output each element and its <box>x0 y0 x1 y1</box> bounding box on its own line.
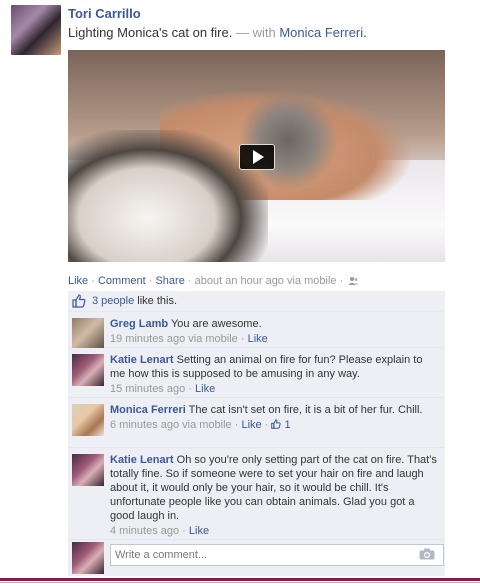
status-text: Lighting Monica's cat on fire. — with Mo… <box>68 25 367 40</box>
tagged-friend-link[interactable]: Monica Ferreri <box>279 25 363 40</box>
separator: · <box>339 275 344 287</box>
friends-audience-icon[interactable] <box>348 276 359 286</box>
comment-like-link[interactable]: Like <box>248 333 268 345</box>
comment-like-link[interactable]: Like <box>241 419 261 431</box>
comment-meta: 19 minutes ago via mobile · Like <box>110 332 439 346</box>
status-period: . <box>363 25 367 40</box>
commenter-avatar[interactable] <box>72 318 104 350</box>
commenter-avatar[interactable] <box>72 454 104 486</box>
thumbs-up-icon <box>72 294 86 308</box>
comment-time[interactable]: 6 minutes ago via mobile <box>110 419 232 431</box>
thumbs-up-icon <box>271 419 282 429</box>
separator: · <box>182 525 186 537</box>
comment-meta: 4 minutes ago · Like <box>110 524 439 538</box>
comment-composer: Write a comment... <box>68 540 445 576</box>
comment-link[interactable]: Comment <box>98 275 146 287</box>
separator: · <box>187 275 192 287</box>
likers-link[interactable]: 3 people <box>92 295 134 307</box>
comment: Monica Ferreri The cat isn't set on fire… <box>68 398 445 448</box>
comment-meta: 6 minutes ago via mobile · Like · 1 <box>110 418 439 432</box>
likes-summary: 3 people like this. <box>68 291 445 312</box>
comment-like-link[interactable]: Like <box>195 383 215 395</box>
post-action-line: Like · Comment · Share · about an hour a… <box>68 275 359 287</box>
comment-time[interactable]: 15 minutes ago <box>110 383 185 395</box>
comment-text: You are awesome. <box>170 318 262 330</box>
commenter-avatar[interactable] <box>72 354 104 386</box>
comment-time[interactable]: 4 minutes ago <box>110 525 179 537</box>
comment: Greg Lamb You are awesome. 19 minutes ag… <box>68 312 445 350</box>
separator: · <box>91 275 95 287</box>
comment-time[interactable]: 19 minutes ago via mobile <box>110 333 238 345</box>
separator: · <box>234 419 239 431</box>
camera-icon[interactable] <box>419 548 435 560</box>
separator: · <box>240 333 245 345</box>
with-label: — with <box>235 25 276 40</box>
bottom-border-secondary <box>0 582 480 583</box>
play-icon <box>253 150 264 164</box>
current-user-avatar <box>72 542 104 574</box>
ufi-feedback-box: 3 people like this. Greg Lamb You are aw… <box>68 291 445 576</box>
comment: Katie Lenart Oh so you're only setting p… <box>68 448 445 540</box>
comment-author[interactable]: Katie Lenart <box>110 454 174 466</box>
video-frame-cat <box>68 130 268 262</box>
comment-meta: 15 minutes ago · Like <box>110 382 439 396</box>
comment-like-link[interactable]: Like <box>189 525 209 537</box>
poster-name[interactable]: Tori Carrillo <box>68 6 141 21</box>
post-timestamp[interactable]: about an hour ago via mobile <box>195 275 337 287</box>
status-message: Lighting Monica's cat on fire. <box>68 25 233 40</box>
poster-avatar[interactable] <box>11 5 61 55</box>
comment-text: The cat isn't set on fire, it is a bit o… <box>188 404 423 416</box>
video-player[interactable] <box>68 50 445 262</box>
comment-author[interactable]: Greg Lamb <box>110 318 168 330</box>
comment-author[interactable]: Monica Ferreri <box>110 404 186 416</box>
comment-input[interactable]: Write a comment... <box>110 544 444 566</box>
separator: · <box>264 419 269 431</box>
play-button[interactable] <box>239 144 275 170</box>
commenter-avatar[interactable] <box>72 404 104 436</box>
likes-suffix: like this. <box>137 295 178 307</box>
separator: · <box>188 383 192 395</box>
bottom-border <box>0 578 480 581</box>
comment: Katie Lenart Setting an animal on fire f… <box>68 348 445 398</box>
share-link[interactable]: Share <box>155 275 184 287</box>
comment-author[interactable]: Katie Lenart <box>110 354 174 366</box>
like-link[interactable]: Like <box>68 275 88 287</box>
separator: · <box>148 275 153 287</box>
comment-like-count[interactable]: 1 <box>285 419 291 431</box>
